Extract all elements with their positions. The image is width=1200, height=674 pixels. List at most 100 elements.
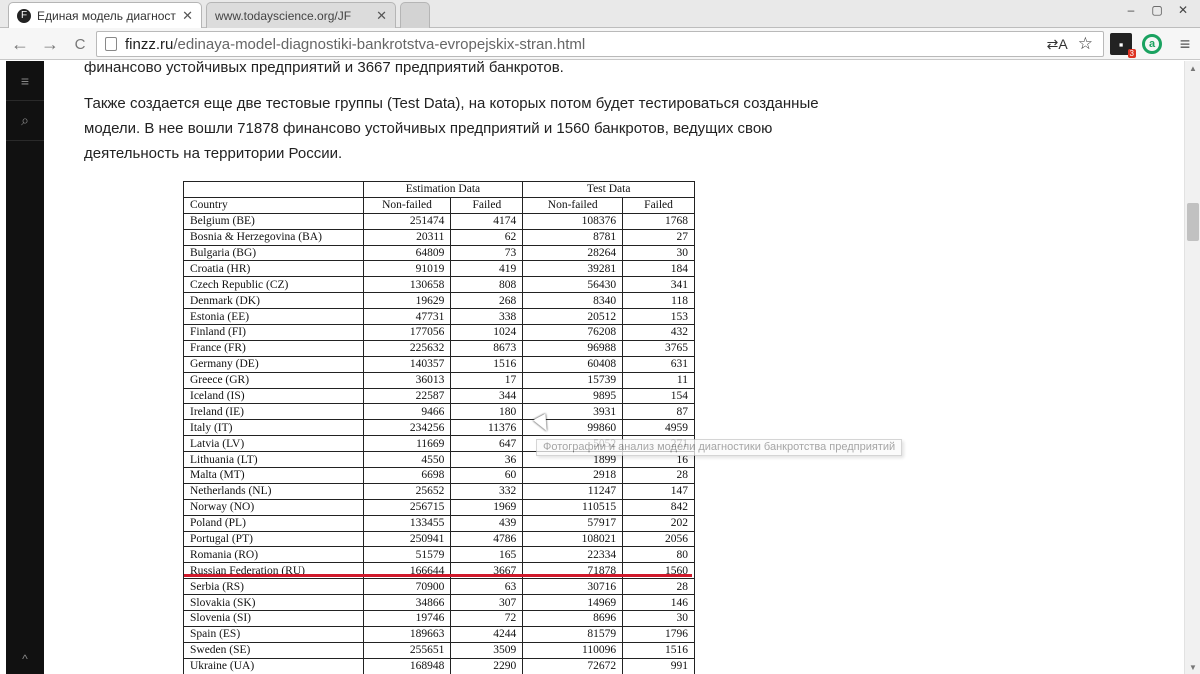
new-tab-button[interactable] bbox=[400, 2, 430, 28]
translate-icon[interactable]: ⇄A bbox=[1047, 36, 1068, 53]
scrollbar-thumb[interactable] bbox=[1187, 203, 1199, 241]
table-row: Iceland (IS) 22587 344 9895 154 bbox=[183, 387, 695, 405]
reload-button[interactable]: C bbox=[68, 32, 92, 56]
scroll-up-icon[interactable]: ▲ bbox=[1185, 61, 1200, 75]
browser-menu-icon[interactable]: ≡ bbox=[1174, 33, 1196, 55]
value-cell: 8340 bbox=[522, 292, 624, 310]
search-icon[interactable]: ⌕ bbox=[6, 101, 44, 141]
value-cell: 177056 bbox=[362, 324, 452, 341]
url-text[interactable]: finzz.ru/edinaya-model-diagnostiki-bankr… bbox=[125, 36, 1047, 53]
table-row: Bulgaria (BG) 64809 73 28264 30 bbox=[183, 244, 695, 262]
value-cell: 439 bbox=[450, 514, 524, 532]
table-row: Netherlands (NL) 25652 332 11247 147 bbox=[183, 482, 695, 500]
back-button[interactable]: ← bbox=[8, 32, 32, 56]
value-cell: 19629 bbox=[362, 292, 452, 310]
value-cell: 140357 bbox=[362, 355, 452, 373]
table-row: Sweden (SE) 255651 3509 110096 1516 bbox=[183, 641, 695, 659]
value-cell: 251474 bbox=[362, 212, 452, 230]
minimize-icon[interactable]: – bbox=[1118, 0, 1144, 20]
value-cell: 11 bbox=[622, 371, 695, 389]
value-cell: 108021 bbox=[522, 530, 624, 548]
value-cell: 202 bbox=[622, 514, 695, 532]
value-cell: 1796 bbox=[622, 625, 695, 643]
value-cell: 165 bbox=[450, 546, 524, 564]
table-row: Norway (NO) 256715 1969 110515 842 bbox=[183, 498, 695, 516]
value-cell: 6698 bbox=[362, 467, 452, 484]
tab-close-icon[interactable]: ✕ bbox=[376, 8, 387, 24]
value-cell: 130658 bbox=[362, 276, 452, 294]
country-cell: Germany (DE) bbox=[183, 355, 364, 373]
window-close-icon[interactable]: ✕ bbox=[1170, 0, 1196, 20]
country-cell: Ireland (IE) bbox=[183, 403, 364, 421]
scroll-top-icon[interactable]: ^ bbox=[6, 652, 44, 666]
extension-icon[interactable]: ▪ 3 bbox=[1110, 33, 1136, 58]
value-cell: 11669 bbox=[362, 435, 452, 453]
table-row: Estonia (EE) 47731 338 20512 153 bbox=[183, 308, 695, 326]
country-cell: Iceland (IS) bbox=[183, 387, 364, 405]
page-icon bbox=[105, 37, 117, 51]
value-cell: 2056 bbox=[622, 530, 695, 548]
value-cell: 11376 bbox=[450, 419, 524, 437]
table-row: Portugal (PT) 250941 4786 108021 2056 bbox=[183, 530, 695, 548]
country-cell: Croatia (HR) bbox=[183, 260, 364, 278]
table-row: Ireland (IE) 9466 180 3931 87 bbox=[183, 403, 695, 421]
value-cell: 36 bbox=[450, 451, 524, 469]
image-tooltip: Фотографии и анализ модели диагностики б… bbox=[536, 439, 903, 456]
tab-title: Единая модель диагност bbox=[37, 8, 176, 23]
value-cell: 80 bbox=[622, 546, 695, 564]
group-header-estimation: Estimation Data bbox=[362, 181, 524, 198]
value-cell: 64809 bbox=[362, 244, 452, 262]
table-header-blank bbox=[183, 181, 364, 198]
value-cell: 9466 bbox=[362, 403, 452, 421]
grammar-extension-icon[interactable]: a bbox=[1142, 34, 1162, 54]
table-row: Croatia (HR) 91019 419 39281 184 bbox=[183, 260, 695, 278]
value-cell: 4959 bbox=[622, 419, 695, 437]
table-row: Bosnia & Herzegovina (BA) 20311 62 8781 27 bbox=[183, 228, 695, 246]
address-bar[interactable]: finzz.ru/edinaya-model-diagnostiki-bankr… bbox=[96, 31, 1104, 57]
value-cell: 22334 bbox=[522, 546, 624, 564]
value-cell: 338 bbox=[450, 308, 524, 326]
value-cell: 4174 bbox=[450, 212, 524, 230]
tab-inactive[interactable]: www.todayscience.org/JF ✕ bbox=[206, 2, 396, 28]
country-cell: Estonia (EE) bbox=[183, 308, 364, 326]
value-cell: 3765 bbox=[622, 339, 695, 357]
table-row: Greece (GR) 36013 17 15739 11 bbox=[183, 371, 695, 389]
page-content: ≡ ⌕ ^ финансово устойчивых предприятий и… bbox=[0, 61, 1184, 674]
country-cell: Denmark (DK) bbox=[183, 292, 364, 310]
tab-active[interactable]: F Единая модель диагност ✕ bbox=[8, 2, 202, 28]
value-cell: 11247 bbox=[522, 482, 624, 500]
forward-button[interactable]: → bbox=[38, 32, 62, 56]
value-cell: 63 bbox=[450, 578, 524, 596]
menu-icon[interactable]: ≡ bbox=[6, 61, 44, 101]
value-cell: 27 bbox=[622, 228, 695, 246]
bookmark-star-icon[interactable]: ☆ bbox=[1078, 34, 1093, 54]
value-cell: 30716 bbox=[522, 578, 624, 596]
maximize-icon[interactable]: ▢ bbox=[1144, 0, 1170, 20]
scroll-down-icon[interactable]: ▼ bbox=[1185, 660, 1200, 674]
value-cell: 234256 bbox=[362, 419, 452, 437]
country-cell: Finland (FI) bbox=[183, 324, 364, 341]
country-cell: Bosnia & Herzegovina (BA) bbox=[183, 228, 364, 246]
country-cell: Ukraine (UA) bbox=[183, 657, 364, 674]
extension-badge: 3 bbox=[1127, 49, 1136, 58]
url-host: finzz.ru bbox=[125, 35, 174, 53]
value-cell: 118 bbox=[622, 292, 695, 310]
article-paragraph: финансово устойчивых предприятий и 3667 … bbox=[84, 61, 564, 76]
value-cell: 70900 bbox=[362, 578, 452, 596]
value-cell: 256715 bbox=[362, 498, 452, 516]
browser-toolbar: ← → C finzz.ru/edinaya-model-diagnostiki… bbox=[0, 28, 1200, 60]
tab-close-icon[interactable]: ✕ bbox=[182, 8, 193, 24]
value-cell: 268 bbox=[450, 292, 524, 310]
country-cell: Slovenia (SI) bbox=[183, 610, 364, 627]
value-cell: 4786 bbox=[450, 530, 524, 548]
value-cell: 4244 bbox=[450, 625, 524, 643]
value-cell: 432 bbox=[622, 324, 695, 341]
vertical-scrollbar[interactable]: ▲ ▼ bbox=[1184, 61, 1200, 674]
country-cell: Italy (IT) bbox=[183, 419, 364, 437]
value-cell: 631 bbox=[622, 355, 695, 373]
value-cell: 2290 bbox=[450, 657, 524, 674]
value-cell: 96988 bbox=[522, 339, 624, 357]
value-cell: 110515 bbox=[522, 498, 624, 516]
value-cell: 1024 bbox=[450, 324, 524, 341]
value-cell: 30 bbox=[622, 244, 695, 262]
